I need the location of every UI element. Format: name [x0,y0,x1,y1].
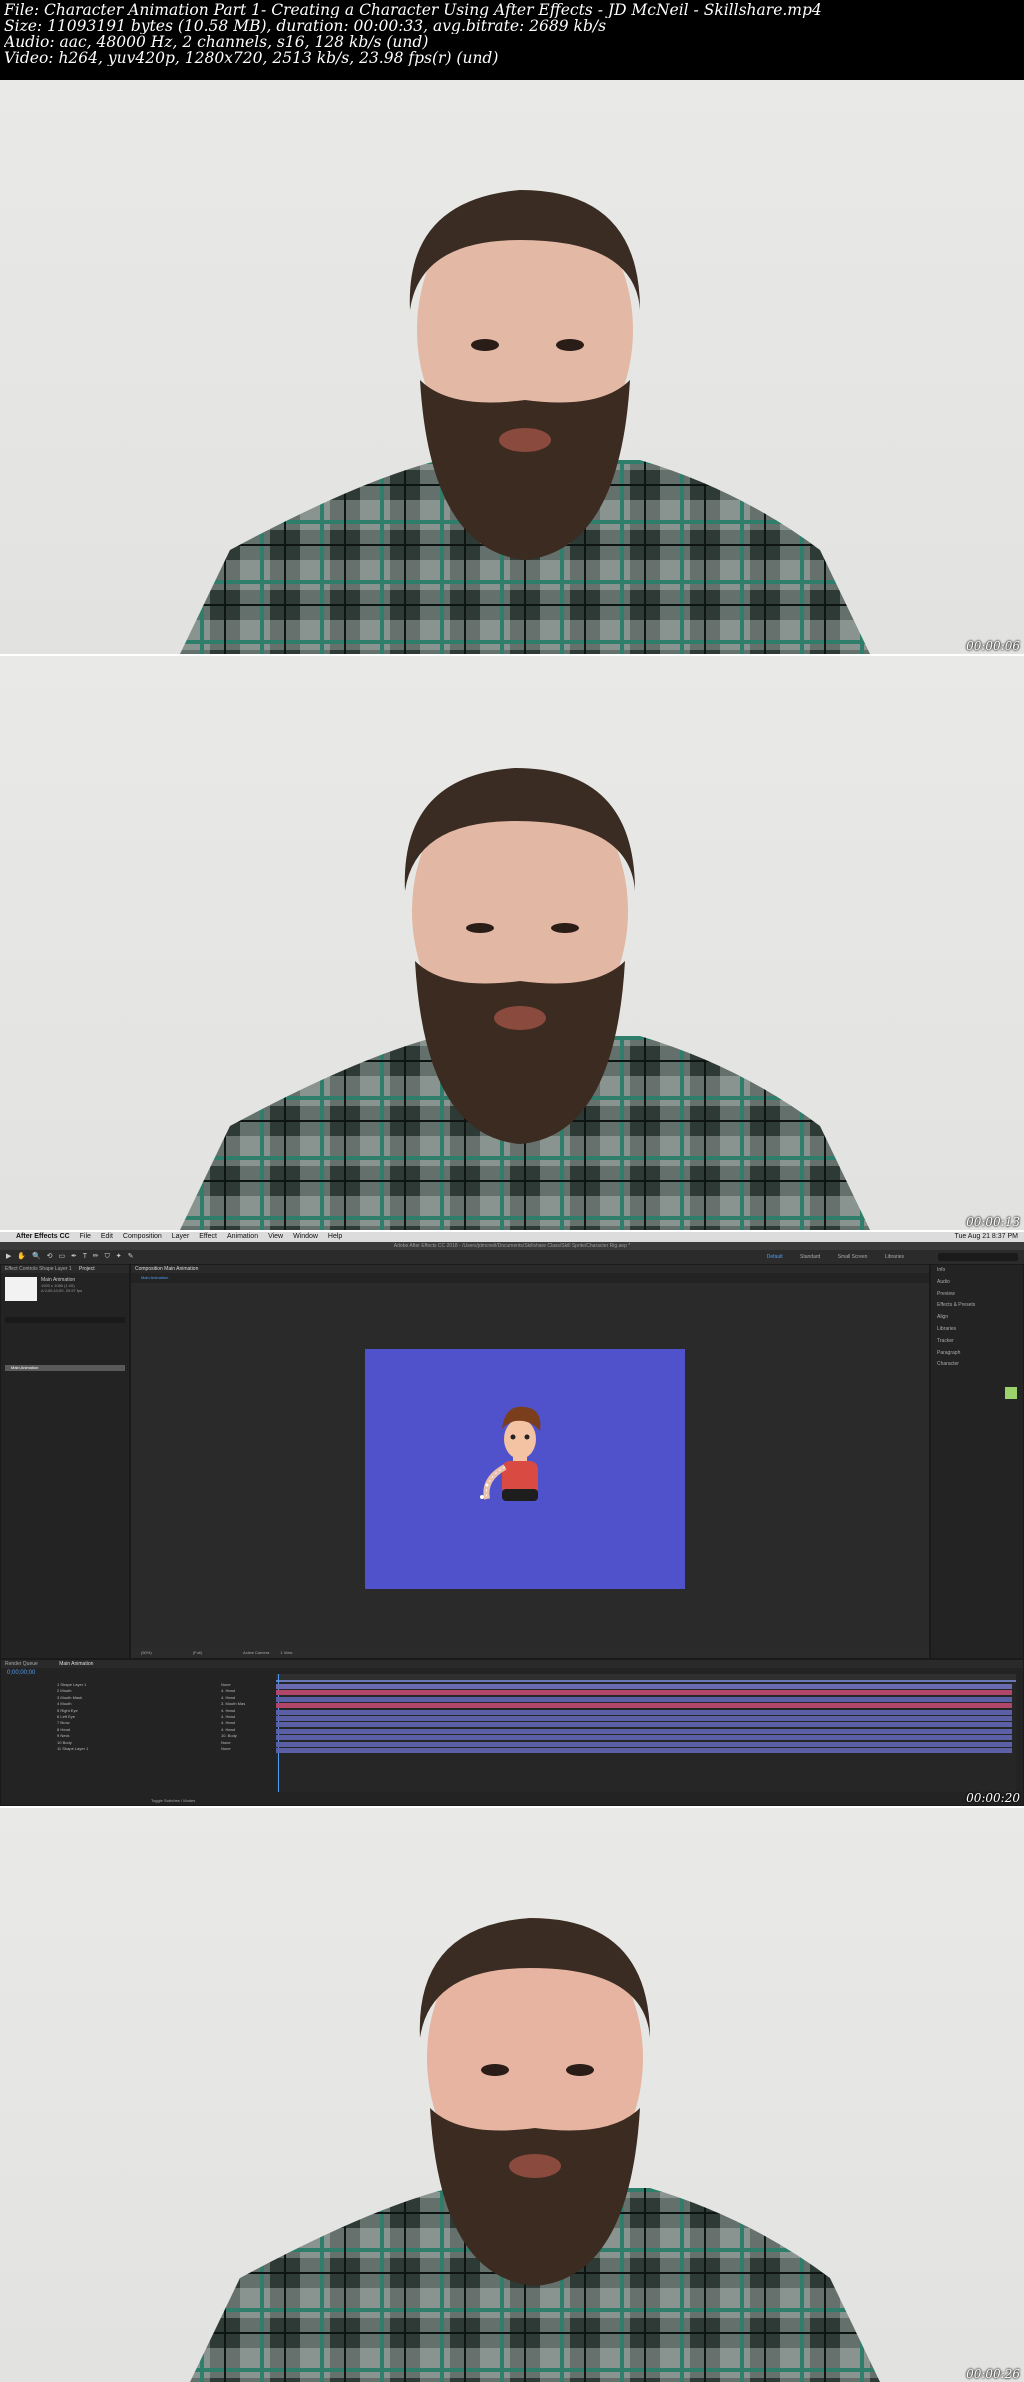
project-thumbnail [5,1277,37,1301]
layer-bar[interactable] [276,1684,1012,1689]
menubar-clock: Tue Aug 21 8:37 PM [954,1233,1018,1240]
menu-app[interactable]: After Effects CC [16,1233,70,1240]
layer-bar[interactable] [276,1735,1012,1741]
composition-canvas[interactable] [365,1349,685,1589]
video-frame-2: 00:00:13 [0,656,1024,1230]
views-dropdown[interactable]: 1 View [280,1650,292,1655]
workspace-standard[interactable]: Standard [800,1254,820,1260]
presenter-image [180,768,870,1230]
help-search-input[interactable] [938,1253,1018,1261]
video-frame-4: 00:00:26 [0,1808,1024,2382]
character-rig-illustration [480,1406,541,1501]
video-frame-1: 00:00:06 [0,80,1024,654]
panel-libraries[interactable]: Libraries [931,1324,1023,1336]
panel-audio[interactable]: Audio [931,1277,1023,1289]
audio-line: Audio: aac, 48000 Hz, 2 channels, s16, 1… [4,34,429,50]
mac-menubar: After Effects CC File Edit Composition L… [0,1232,1024,1242]
tool-icons[interactable]: ▶ ✋ 🔍 ⟲ ▭ ✒ T ✏ ⛉ ✦ ✎ [6,1253,135,1261]
file-line: File: Character Animation Part 1- Creati… [4,2,822,18]
composition-tab: Composition Main Animation [131,1265,929,1273]
panel-preview[interactable]: Preview [931,1289,1023,1301]
layer-row[interactable]: 11 Shape Layer 1 None [1,1746,271,1752]
composition-panel: Composition Main Animation Main Animatio… [130,1264,930,1659]
panel-character[interactable]: Character [931,1359,1023,1371]
menu-window[interactable]: Window [293,1233,318,1240]
workspace-small-screen[interactable]: Small Screen [838,1254,868,1260]
panel-info[interactable]: Info [931,1265,1023,1277]
tools-bar: ▶ ✋ 🔍 ⟲ ▭ ✒ T ✏ ⛉ ✦ ✎ Default Standard S… [0,1250,1024,1264]
timeline-tracks[interactable] [276,1674,1016,1792]
layer-bar[interactable] [276,1716,1012,1721]
layer-bar[interactable] [276,1709,1012,1715]
tab-project[interactable]: Project [79,1266,95,1272]
project-panel: Effect Controls Shape Layer 1 Project Ma… [0,1264,130,1659]
character-color-swatch[interactable] [1005,1387,1017,1399]
menu-composition[interactable]: Composition [123,1233,162,1240]
camera-dropdown[interactable]: Active Camera [243,1650,269,1655]
work-area-bar[interactable] [276,1680,1016,1682]
timeline-timecode[interactable]: 0;00;00;00 [7,1670,35,1676]
panel-tracker[interactable]: Tracker [931,1336,1023,1348]
menu-file[interactable]: File [80,1233,91,1240]
menu-animation[interactable]: Animation [227,1233,258,1240]
layer-list: 1 Shape Layer 1 None 2 Mouth 4. Head 3 Mou… [1,1682,271,1792]
layer-bar[interactable] [276,1741,1012,1747]
resolution-dropdown[interactable]: (Full) [193,1650,202,1655]
tab-main-animation[interactable]: Main Animation [59,1661,93,1667]
after-effects-frame: After Effects CC File Edit Composition L… [0,1232,1024,1806]
tab-composition[interactable]: Composition Main Animation [135,1266,198,1272]
layer-bar[interactable] [276,1748,1012,1753]
menu-effect[interactable]: Effect [199,1233,217,1240]
timestamp: 00:00:26 [966,2367,1020,2381]
project-panel-tabs: Effect Controls Shape Layer 1 Project [1,1265,129,1273]
presenter-image [190,1918,880,2382]
panel-effects-presets[interactable]: Effects & Presets [931,1300,1023,1312]
size-line: Size: 11093191 bytes (10.58 MB), duratio… [4,18,607,34]
project-search-input[interactable] [5,1317,125,1323]
layer-bar[interactable] [276,1696,1012,1702]
presenter-image [180,190,870,654]
timeline-tabs: Render Queue Main Animation [1,1660,1023,1668]
composition-subtab[interactable]: Main Animation [141,1275,168,1280]
layer-bar[interactable] [276,1690,1012,1696]
window-title: Adobe After Effects CC 2018 - /Users/jdm… [0,1242,1024,1250]
menu-layer[interactable]: Layer [172,1233,190,1240]
video-line: Video: h264, yuv420p, 1280x720, 2513 kb/… [4,50,499,66]
right-panel-stack: Info Audio Preview Effects & Presets Ali… [930,1264,1024,1659]
zoom-dropdown[interactable]: (50%) [141,1650,152,1655]
timestamp: 00:00:06 [966,639,1020,653]
layer-bar[interactable] [276,1703,1012,1709]
project-list-item[interactable]: Main Animation [5,1365,125,1371]
workspace-default[interactable]: Default [767,1254,783,1260]
file-info-header: File: Character Animation Part 1- Creati… [0,0,1024,80]
project-item-info: 1920 x 1080 (1.00) Δ 0;00;10;00, 29.97 f… [41,1283,83,1293]
panel-align[interactable]: Align [931,1312,1023,1324]
viewer-controls: (50%) (Full) Active Camera 1 View [131,1648,929,1658]
layer-bar[interactable] [276,1728,1012,1734]
workspace-switcher: Default Standard Small Screen Libraries [751,1250,904,1264]
menu-edit[interactable]: Edit [101,1233,113,1240]
menu-view[interactable]: View [268,1233,283,1240]
tab-render-queue[interactable]: Render Queue [5,1661,38,1667]
timeline-footer[interactable]: Toggle Switches / Modes [151,1798,195,1803]
workspace-libraries[interactable]: Libraries [885,1254,904,1260]
panel-paragraph[interactable]: Paragraph [931,1348,1023,1360]
layer-bar[interactable] [276,1722,1012,1728]
tab-effect-controls[interactable]: Effect Controls Shape Layer 1 [5,1266,72,1272]
timeline-panel: Render Queue Main Animation 0;00;00;00 1… [0,1659,1024,1806]
menu-help[interactable]: Help [328,1233,342,1240]
timestamp: 00:00:13 [966,1215,1020,1229]
timestamp: 00:00:20 [966,1791,1020,1805]
